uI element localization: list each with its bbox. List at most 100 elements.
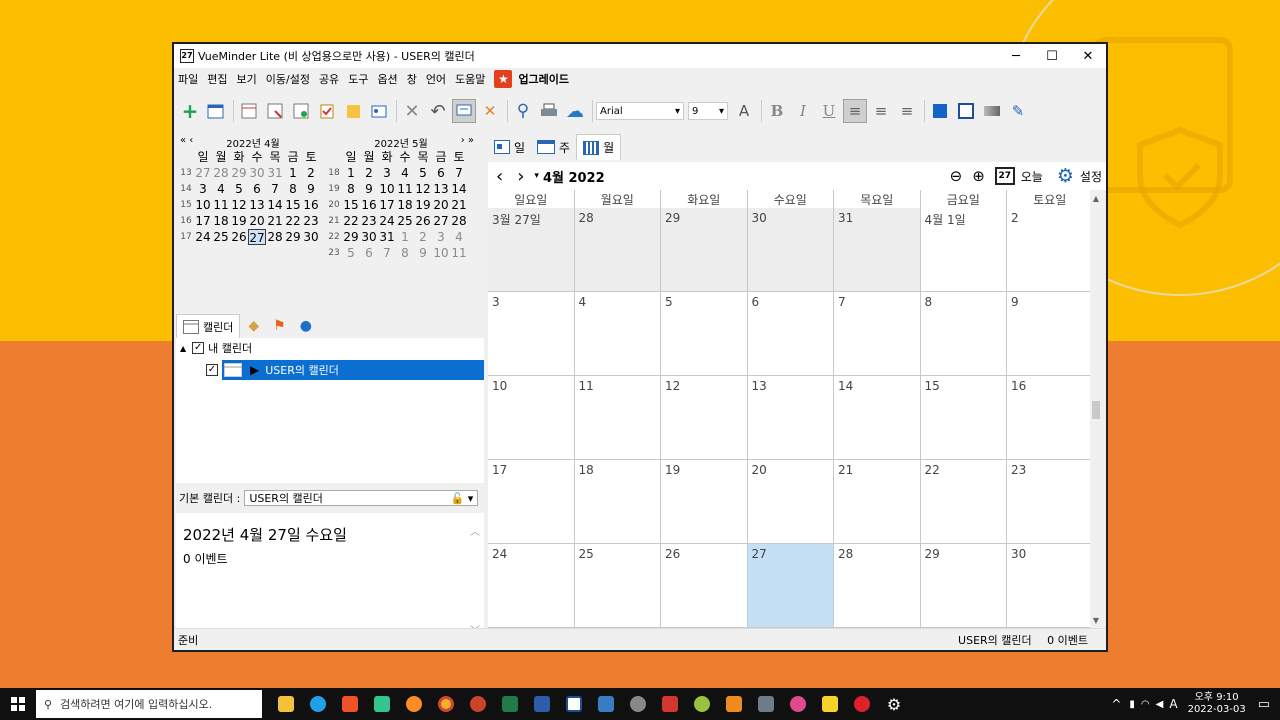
mini-day-cell[interactable]: 25 (396, 213, 414, 229)
italic-icon[interactable]: I (791, 99, 815, 123)
mini-day-cell[interactable]: 5 (342, 245, 360, 261)
calendar-share-icon[interactable] (289, 99, 313, 123)
zoom-in-icon[interactable]: ⊕ (972, 167, 985, 185)
mini-day-cell[interactable]: 11 (396, 181, 414, 197)
month-day-cell[interactable]: 15 (920, 376, 1006, 459)
month-day-cell[interactable]: 18 (574, 460, 660, 543)
mini-day-cell[interactable]: 7 (450, 165, 468, 181)
mini-week-number[interactable]: 15 (178, 197, 194, 213)
tab-categories[interactable]: ◆ (242, 314, 265, 338)
mini-week-number[interactable]: 14 (178, 181, 194, 197)
mini-week-number[interactable]: 18 (326, 165, 342, 181)
mini-day-cell[interactable]: 5 (414, 165, 432, 181)
tree-item-user-calendar[interactable]: ✓ ▶ USER의 캘린더 (176, 360, 484, 380)
settings-button[interactable]: 설정 (1080, 168, 1102, 185)
month-day-cell[interactable]: 28 (574, 208, 660, 291)
task-icon[interactable] (315, 99, 339, 123)
mini-day-cell[interactable]: 16 (360, 197, 378, 213)
month-day-cell[interactable]: 4 (574, 292, 660, 375)
mini-day-cell[interactable]: 6 (360, 245, 378, 261)
mini-day-cell[interactable]: 19 (414, 197, 432, 213)
mini-day-cell[interactable]: 30 (360, 229, 378, 245)
underline-icon[interactable]: U (817, 99, 841, 123)
mini-day-cell[interactable]: 1 (396, 229, 414, 245)
mini-day-cell[interactable]: 28 (450, 213, 468, 229)
month-day-cell[interactable]: 21 (834, 460, 920, 543)
sticky-notes-icon[interactable] (814, 688, 846, 720)
mini-day-cell[interactable]: 25 (212, 229, 230, 245)
tab-flags[interactable]: ⚑ (267, 314, 292, 338)
month-day-cell[interactable]: 14 (834, 376, 920, 459)
taskbar-search-box[interactable]: ⚲ 검색하려면 여기에 입력하십시오. (36, 690, 262, 718)
mini-day-cell[interactable]: 22 (284, 213, 302, 229)
mini-day-cell[interactable]: 29 (342, 229, 360, 245)
month-day-cell[interactable]: 29 (661, 208, 747, 291)
contact-icon[interactable] (367, 99, 391, 123)
menu-options[interactable]: 옵션 (377, 71, 397, 87)
gear-icon[interactable]: ⚙ (1057, 165, 1074, 187)
notification-icon[interactable]: ▭ (1258, 697, 1270, 712)
mini-day-cell[interactable]: 4 (450, 229, 468, 245)
mini-day-cell[interactable]: 8 (396, 245, 414, 261)
mini-day-cell[interactable]: 10 (378, 181, 396, 197)
month-day-cell[interactable]: 4월 1일 (920, 208, 1006, 291)
month-day-cell[interactable]: 26 (661, 544, 747, 627)
tab-calendars[interactable]: 캘린더 (176, 314, 241, 338)
search-icon[interactable]: ⚲ (511, 99, 535, 123)
menu-share[interactable]: 공유 (319, 71, 339, 87)
app-colorful-icon[interactable] (782, 688, 814, 720)
tab-day-view[interactable]: 일 (488, 134, 531, 160)
mini-day-cell[interactable]: 13 (432, 181, 450, 197)
mini-day-cell[interactable]: 20 (248, 213, 266, 229)
mini-week-number[interactable]: 23 (326, 245, 342, 261)
mini-day-cell[interactable]: 17 (194, 213, 212, 229)
wifi-icon[interactable]: ◠ (1141, 699, 1150, 710)
tray-chevron-icon[interactable]: ^ (1111, 697, 1121, 711)
align-right-icon[interactable]: ≡ (895, 99, 919, 123)
excel-icon[interactable] (494, 688, 526, 720)
mini-day-cell[interactable]: 27 (194, 165, 212, 181)
month-day-cell[interactable]: 17 (488, 460, 574, 543)
mini-day-cell[interactable]: 6 (248, 181, 266, 197)
default-calendar-select[interactable]: USER의 캘린더 🔓 ▾ (244, 490, 479, 506)
mini-day-cell[interactable]: 14 (266, 197, 284, 213)
mini-day-cell[interactable]: 1 (284, 165, 302, 181)
mini-day-cell[interactable]: 28 (212, 165, 230, 181)
delete-icon[interactable]: ✕ (400, 99, 424, 123)
word-icon[interactable] (526, 688, 558, 720)
cloud-upload-icon[interactable]: ☁ (563, 99, 587, 123)
mini-day-cell[interactable]: 10 (194, 197, 212, 213)
mini-day-cell[interactable]: 1 (342, 165, 360, 181)
font-name-select[interactable]: Arial ▾ (596, 102, 684, 120)
month-scrollbar[interactable]: ▲ ▼ (1090, 190, 1102, 629)
tab-week-view[interactable]: 주 (531, 134, 576, 160)
scroll-up-icon[interactable]: ︿ (470, 523, 480, 538)
month-day-cell[interactable]: 27 (747, 544, 833, 627)
file-explorer-icon[interactable] (270, 688, 302, 720)
mini-day-cell[interactable]: 14 (450, 181, 468, 197)
mini-day-cell[interactable]: 16 (302, 197, 320, 213)
month-day-cell[interactable]: 28 (834, 544, 920, 627)
mini-day-cell[interactable]: 8 (284, 181, 302, 197)
month-day-cell[interactable]: 20 (747, 460, 833, 543)
mini-day-cell[interactable]: 20 (432, 197, 450, 213)
month-day-cell[interactable]: 25 (574, 544, 660, 627)
mini-day-cell[interactable]: 23 (360, 213, 378, 229)
mini-day-cell[interactable]: 21 (450, 197, 468, 213)
month-day-cell[interactable]: 31 (834, 208, 920, 291)
font-grow-icon[interactable]: A (732, 99, 756, 123)
mini-day-cell[interactable]: 30 (302, 229, 320, 245)
vlc-icon[interactable] (718, 688, 750, 720)
tab-locations[interactable]: ● (294, 314, 318, 338)
menu-view[interactable]: 보기 (237, 71, 257, 87)
scroll-down-icon[interactable]: ▼ (1090, 616, 1102, 625)
month-day-cell[interactable]: 19 (661, 460, 747, 543)
mini-day-cell[interactable]: 21 (266, 213, 284, 229)
month-day-cell[interactable]: 8 (920, 292, 1006, 375)
prev-month-icon[interactable]: ‹ (496, 166, 503, 187)
mini-day-cell[interactable]: 7 (266, 181, 284, 197)
vueminder-taskbar-icon[interactable] (558, 688, 590, 720)
mini-day-cell[interactable]: 12 (230, 197, 248, 213)
edge-icon[interactable] (302, 688, 334, 720)
next-month-nav[interactable]: › » (461, 135, 474, 146)
